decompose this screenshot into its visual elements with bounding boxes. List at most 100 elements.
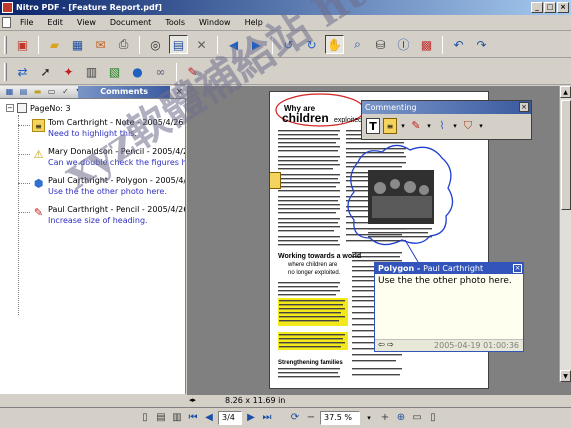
stamp-tool-icon[interactable]: ⛉ — [461, 118, 475, 134]
polygon-note-popup[interactable]: Polygon - Paul Carthright × Use the the … — [374, 262, 524, 352]
last-page-icon[interactable]: ⏭ — [260, 411, 274, 425]
zoom-tool-icon[interactable]: ⌕ — [348, 35, 367, 54]
previous-page-icon[interactable]: ◀ — [202, 411, 216, 425]
menu-tools[interactable]: Tools — [158, 18, 192, 27]
minimize-button[interactable]: _ — [531, 2, 543, 13]
commenting-toolbar[interactable]: Commenting × T ≡ ▾ ✎ ▾ ⌇ ▾ ⛉ ▾ — [361, 100, 532, 140]
title-bar: Nitro PDF - [Feature Report.pdf] _ □ × — [0, 0, 571, 15]
section-subheading: where children are — [287, 262, 338, 268]
pen-sign-icon[interactable]: ✎ — [183, 62, 202, 81]
print-icon[interactable]: ⎙ — [114, 35, 133, 54]
toolbar-grip[interactable] — [4, 35, 7, 54]
next-view-icon[interactable]: ▶ — [247, 35, 266, 54]
dropdown-arrow-icon[interactable]: ▾ — [426, 118, 432, 134]
note-tool-icon[interactable]: ≡ — [383, 118, 397, 134]
menu-window[interactable]: Window — [192, 18, 238, 27]
select-text-icon[interactable]: Ⓘ — [394, 35, 413, 54]
page-group[interactable]: − PageNo: 3 — [6, 103, 71, 113]
continuous-view-icon[interactable]: ▤ — [154, 411, 168, 425]
comment-author: Mary Donaldson - Pencil - 2005/4/26 — [48, 147, 186, 156]
close-commenting-icon[interactable]: × — [519, 102, 529, 112]
zoom-field[interactable]: 37.5 % — [320, 411, 360, 425]
web-globe-icon[interactable]: ● — [128, 62, 147, 81]
nitro-app-icon[interactable] — [2, 2, 13, 13]
dropdown-arrow-icon[interactable]: ▾ — [452, 118, 458, 134]
save-icon[interactable]: ▦ — [68, 35, 87, 54]
section-heading: Working towards a world — [278, 253, 361, 260]
open-folder-icon[interactable]: ▰ — [45, 35, 64, 54]
splitter-handle-icon[interactable]: ◂▸ — [189, 396, 196, 404]
page-number-label: PageNo: 3 — [30, 103, 71, 113]
rotate-left-icon[interactable]: ↺ — [279, 35, 298, 54]
find-binoculars-icon[interactable]: ◎ — [146, 35, 165, 54]
comment-author: Paul Carthright - Pencil - 2005/4/26 1 — [48, 205, 186, 214]
zoom-in-icon[interactable]: + — [378, 411, 392, 425]
single-page-view-icon[interactable]: ▯ — [138, 411, 152, 425]
close-window-button[interactable]: × — [557, 2, 569, 13]
rotate-right-icon[interactable]: ↻ — [302, 35, 321, 54]
zoom-dropdown-icon[interactable]: ▾ — [362, 411, 376, 425]
fit-width-icon[interactable]: ▯ — [426, 411, 440, 425]
actual-size-icon[interactable]: ⊕ — [394, 411, 408, 425]
document-settings-icon[interactable]: ▥ — [82, 62, 101, 81]
scroll-up-button[interactable]: ▲ — [560, 86, 571, 98]
hand-tool-icon[interactable]: ✋ — [325, 35, 344, 54]
insert-image-icon[interactable]: ▧ — [105, 62, 124, 81]
toolbar-grip[interactable] — [4, 62, 7, 81]
pencil-tool-icon[interactable]: ✎ — [409, 118, 423, 134]
menu-help[interactable]: Help — [238, 18, 270, 27]
link-icon[interactable]: ∞ — [151, 62, 170, 81]
select-arrow-icon[interactable]: ➚ — [36, 62, 55, 81]
page-dimensions: 8.26 x 11.69 in — [225, 396, 286, 405]
sticky-note-marker[interactable] — [270, 172, 281, 189]
text-box-icon[interactable]: T — [366, 118, 380, 134]
menu-edit[interactable]: Edit — [40, 18, 70, 27]
toolbar-separator — [139, 35, 140, 54]
zoom-out-icon[interactable]: − — [304, 411, 318, 425]
toolbar-separator — [272, 35, 273, 54]
close-panel-icon[interactable]: × — [175, 87, 183, 97]
collapse-all-icon[interactable]: ▤ — [18, 87, 29, 97]
secondary-toolbar: ⇄ ➚ ✦ ▥ ▧ ● ∞ ✎ — [0, 59, 571, 85]
document-menu-icon[interactable] — [2, 17, 11, 28]
menu-view[interactable]: View — [70, 18, 103, 27]
facing-view-icon[interactable]: ▥ — [170, 411, 184, 425]
properties-tools-icon[interactable]: ✕ — [192, 35, 211, 54]
note-filter-icon[interactable]: ▬ — [32, 87, 43, 97]
delete-comment-icon[interactable]: ✓ — [60, 87, 71, 97]
dropdown-arrow-icon[interactable]: ▾ — [400, 118, 406, 134]
menu-document[interactable]: Document — [103, 18, 158, 27]
tree-connector — [18, 115, 19, 315]
tree-branch — [18, 183, 30, 184]
page-number-field[interactable]: 3/4 — [218, 411, 242, 425]
annotation-properties-icon[interactable]: ✦ — [59, 62, 78, 81]
close-note-icon[interactable]: × — [513, 264, 522, 273]
image-snapshot-icon[interactable]: ▩ — [417, 35, 436, 54]
email-icon[interactable]: ✉ — [91, 35, 110, 54]
attach-file-icon[interactable]: ⌇ — [435, 118, 449, 134]
fit-page-icon[interactable]: ▭ — [410, 411, 424, 425]
maximize-button[interactable]: □ — [544, 2, 556, 13]
combine-files-icon[interactable]: ⇄ — [13, 62, 32, 81]
tree-branch — [18, 212, 30, 213]
rotate-view-icon[interactable]: ⟳ — [288, 411, 302, 425]
dropdown-arrow-icon[interactable]: ▾ — [478, 118, 484, 134]
undo-icon[interactable]: ↶ — [449, 35, 468, 54]
scroll-thumb[interactable] — [561, 100, 571, 210]
first-page-icon[interactable]: ⏮ — [186, 411, 200, 425]
next-page-icon[interactable]: ▶ — [244, 411, 258, 425]
expand-all-icon[interactable]: ▦ — [4, 87, 15, 97]
redo-icon[interactable]: ↷ — [472, 35, 491, 54]
section-subheading: no longer exploited. — [288, 270, 341, 276]
collapse-toggle-icon[interactable]: − — [6, 104, 14, 112]
create-pdf-icon[interactable]: ▣ — [13, 35, 32, 54]
note-navigation-icon[interactable]: ⇦ ⇨ — [378, 340, 394, 349]
scroll-down-button[interactable]: ▼ — [560, 370, 571, 382]
menu-file[interactable]: File — [13, 18, 40, 27]
vertical-scrollbar[interactable]: ▲ ▼ — [559, 86, 571, 382]
stamp-icon[interactable]: ⛁ — [371, 35, 390, 54]
show-panel-icon[interactable]: ▤ — [169, 35, 188, 54]
note-body[interactable]: Use the the other photo here. — [375, 274, 523, 288]
reply-icon[interactable]: ▭ — [46, 87, 57, 97]
previous-view-icon[interactable]: ◀ — [224, 35, 243, 54]
